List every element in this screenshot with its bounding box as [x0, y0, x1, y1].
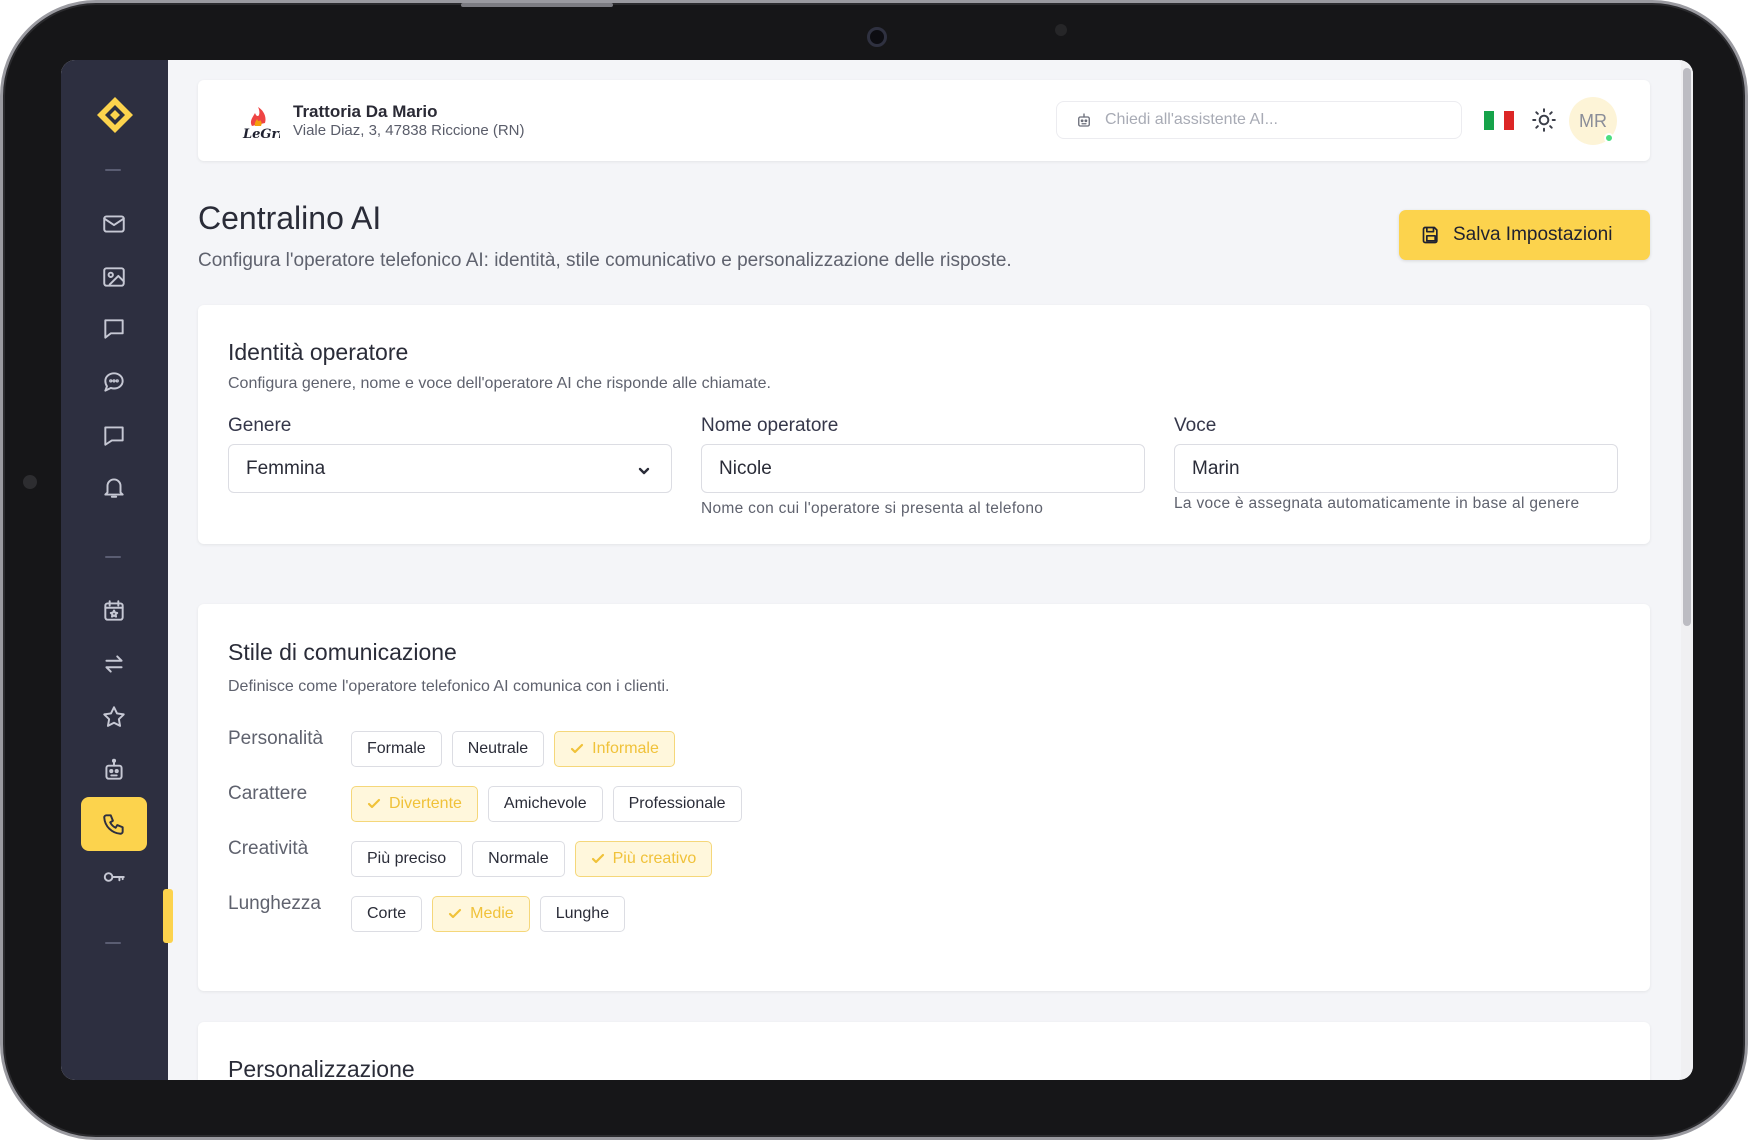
option-normale[interactable]: Normale — [472, 841, 565, 877]
option-corte[interactable]: Corte — [351, 896, 423, 932]
personalization-title: Personalizzazione — [228, 1056, 415, 1080]
arrows-exchange-icon — [105, 655, 123, 673]
personality-options: Formale Neutrale Informale — [351, 731, 675, 767]
gender-select[interactable]: Femmina — [228, 444, 672, 493]
sidebar-item-notifications[interactable] — [81, 460, 147, 514]
ai-assistant-search[interactable] — [1056, 101, 1462, 139]
style-subtitle: Definisce come l'operatore telefonico AI… — [228, 678, 670, 695]
check-icon — [367, 797, 381, 811]
check-icon — [591, 852, 605, 866]
sidebar-item-phone[interactable] — [81, 797, 147, 851]
message-square-icon — [104, 319, 124, 339]
length-options: Corte Medie Lunghe — [351, 896, 626, 932]
restaurant-name: Trattoria Da Mario — [293, 102, 438, 121]
option-piu-creativo[interactable]: Più creativo — [574, 841, 713, 877]
sidebar-separator — [105, 942, 121, 944]
sidebar-item-chat[interactable] — [81, 355, 147, 409]
check-icon — [448, 907, 462, 921]
restaurant-logo-icon: LeGril — [242, 107, 280, 142]
identity-title: Identità operatore — [228, 339, 409, 365]
identity-subtitle: Configura genere, nome e voce dell'opera… — [228, 375, 771, 392]
top-bar: LeGril Trattoria Da Mario Viale Diaz, 3,… — [198, 80, 1650, 161]
ai-assistant-input[interactable] — [1103, 110, 1443, 130]
voice-hint: La voce è assegnata automaticamente in b… — [1174, 495, 1580, 512]
operator-name-hint: Nome con cui l'operatore si presenta al … — [701, 500, 1044, 517]
star-icon — [103, 706, 125, 727]
sidebar — [61, 60, 168, 1080]
option-medie[interactable]: Medie — [432, 896, 530, 932]
italian-flag-icon[interactable] — [1484, 111, 1514, 130]
side-sensor — [23, 475, 37, 489]
online-status-dot — [1604, 133, 1614, 143]
message-icon — [104, 426, 124, 446]
voice-label: Voce — [1174, 415, 1217, 436]
option-formale[interactable]: Formale — [351, 731, 442, 767]
sidebar-item-mail[interactable] — [81, 197, 147, 251]
option-professionale[interactable]: Professionale — [612, 786, 742, 822]
option-piu-preciso[interactable]: Più preciso — [351, 841, 463, 877]
gender-value: Femmina — [246, 457, 326, 479]
option-divertente[interactable]: Divertente — [351, 786, 478, 822]
identity-card: Identità operatore Configura genere, nom… — [198, 305, 1650, 544]
option-neutrale[interactable]: Neutrale — [451, 731, 545, 767]
character-label: Carattere — [228, 783, 308, 804]
calendar-star-icon — [104, 600, 124, 621]
key-icon — [103, 872, 125, 882]
sidebar-item-comments[interactable] — [81, 408, 147, 462]
sidebar-item-assistant[interactable] — [81, 743, 147, 797]
phone-icon — [103, 814, 124, 835]
main-content: LeGril Trattoria Da Mario Viale Diaz, 3,… — [168, 60, 1681, 1080]
personalization-card: Personalizzazione — [198, 1022, 1650, 1080]
save-icon — [1422, 226, 1438, 244]
power-button — [461, 3, 613, 7]
voice-field: Marin — [1174, 444, 1618, 493]
front-camera — [867, 27, 887, 47]
sidebar-item-events[interactable] — [81, 584, 147, 638]
communication-style-card: Stile di comunicazione Definisce come l'… — [198, 604, 1650, 991]
voice-value: Marin — [1192, 457, 1240, 479]
save-settings-button[interactable]: Salva Impostazioni — [1399, 210, 1650, 260]
restaurant-address: Viale Diaz, 3, 47838 Riccione (RN) — [293, 122, 525, 139]
app-logo-icon[interactable] — [95, 95, 135, 135]
gender-label: Genere — [228, 415, 292, 436]
sidebar-item-reviews[interactable] — [81, 690, 147, 744]
svg-text:LeGril: LeGril — [242, 127, 280, 142]
scrollbar-thumb[interactable] — [1683, 68, 1691, 626]
sun-icon — [1532, 108, 1556, 132]
chevron-down-icon — [637, 462, 651, 476]
sidebar-separator — [105, 556, 121, 558]
sidebar-item-keys[interactable] — [81, 850, 147, 904]
operator-name-label: Nome operatore — [701, 415, 839, 436]
page-title: Centralino AI — [198, 200, 382, 236]
character-options: Divertente Amichevole Professionale — [351, 786, 742, 822]
page-subtitle: Configura l'operatore telefonico AI: ide… — [198, 250, 1012, 271]
operator-name-value: Nicole — [719, 457, 772, 479]
screen: LeGril Trattoria Da Mario Viale Diaz, 3,… — [61, 60, 1693, 1080]
image-icon — [103, 267, 125, 287]
sidebar-item-media[interactable] — [81, 250, 147, 304]
check-icon — [570, 742, 584, 756]
style-title: Stile di comunicazione — [228, 639, 457, 665]
option-informale[interactable]: Informale — [554, 731, 675, 767]
scrollbar[interactable] — [1681, 60, 1693, 1080]
tablet-frame: LeGril Trattoria Da Mario Viale Diaz, 3,… — [0, 0, 1748, 1140]
chat-bubble-icon — [104, 372, 124, 392]
operator-name-field[interactable]: Nicole — [701, 444, 1145, 493]
sidebar-item-transfers[interactable] — [81, 637, 147, 691]
bell-icon — [104, 478, 124, 498]
length-label: Lunghezza — [228, 893, 321, 914]
option-amichevole[interactable]: Amichevole — [487, 786, 603, 822]
robot-icon — [105, 758, 123, 780]
creativity-label: Creatività — [228, 838, 309, 859]
sidebar-item-messages[interactable] — [81, 302, 147, 356]
option-lunghe[interactable]: Lunghe — [539, 896, 626, 932]
personality-label: Personalità — [228, 728, 324, 749]
sidebar-separator — [105, 169, 121, 171]
robot-icon — [1078, 113, 1090, 127]
theme-toggle-button[interactable] — [1531, 107, 1557, 133]
mail-icon — [103, 215, 125, 233]
save-settings-label: Salva Impostazioni — [1453, 224, 1613, 245]
creativity-options: Più preciso Normale Più creativo — [351, 841, 713, 877]
light-sensor — [1055, 24, 1067, 36]
